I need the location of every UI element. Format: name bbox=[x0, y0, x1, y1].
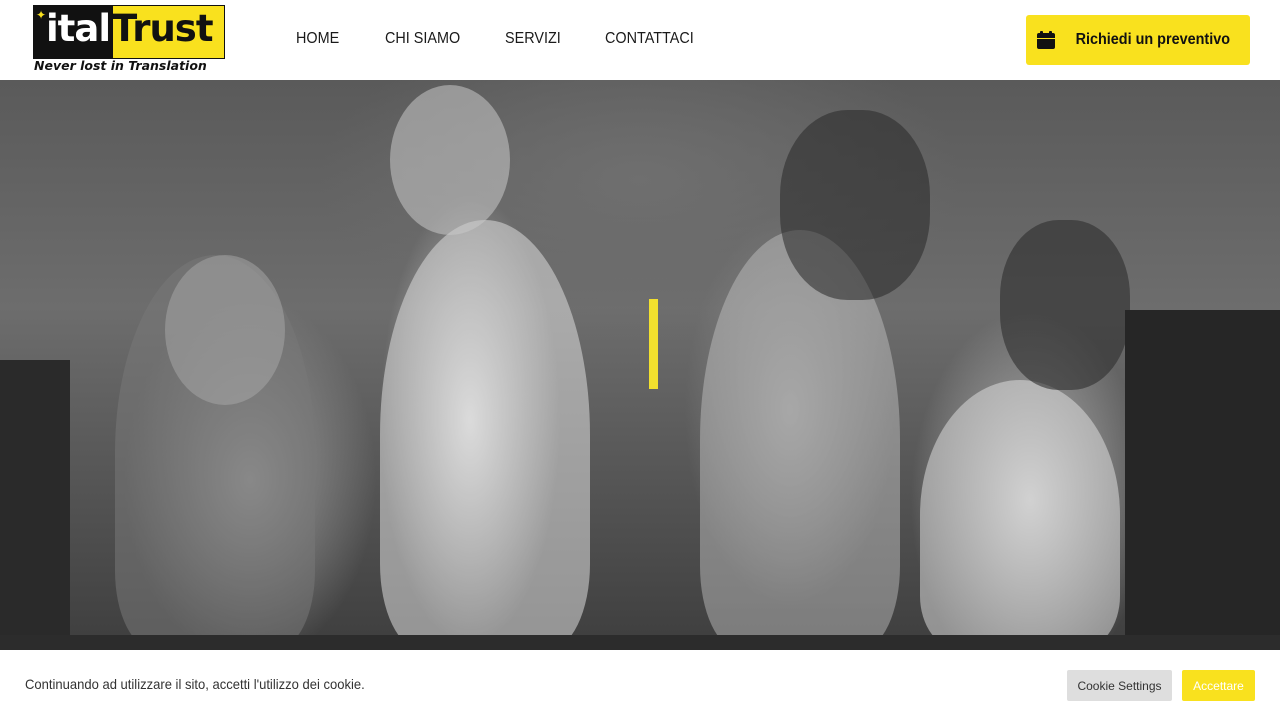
cookie-accept-button[interactable]: Accettare bbox=[1182, 670, 1255, 701]
logo-tagline: Never lost in Translation bbox=[34, 58, 207, 73]
nav-item-servizi[interactable]: SERVIZI bbox=[505, 30, 561, 48]
request-quote-button[interactable]: Richiedi un preventivo bbox=[1026, 15, 1250, 65]
cookie-settings-button[interactable]: Cookie Settings bbox=[1067, 670, 1172, 701]
logo-wordmark-part2: Trust bbox=[112, 7, 213, 50]
person-head bbox=[1000, 220, 1130, 390]
cookie-consent-bar: Continuando ad utilizzare il sito, accet… bbox=[0, 650, 1280, 720]
cookie-message: Continuando ad utilizzare il sito, accet… bbox=[25, 676, 365, 692]
site-header: ✦ italTrust Never lost in Translation HO… bbox=[0, 0, 1280, 80]
person-figure bbox=[380, 220, 590, 650]
nav-item-chi-siamo[interactable]: CHI SIAMO bbox=[385, 30, 460, 48]
nav-item-home[interactable]: HOME bbox=[296, 30, 339, 48]
hero-accent-bar bbox=[649, 299, 658, 389]
person-head bbox=[390, 85, 510, 235]
request-quote-label: Richiedi un preventivo bbox=[1075, 31, 1231, 48]
hero-section bbox=[0, 80, 1280, 650]
nav-item-contattaci[interactable]: CONTATTACI bbox=[605, 30, 694, 48]
calendar-icon bbox=[1037, 31, 1056, 49]
computer-monitor bbox=[0, 360, 70, 650]
site-logo[interactable]: ✦ italTrust Never lost in Translation bbox=[33, 5, 225, 73]
hero-background-photo bbox=[0, 80, 1280, 650]
person-head bbox=[165, 255, 285, 405]
person-head bbox=[780, 110, 930, 300]
computer-monitor bbox=[1125, 310, 1280, 650]
person-figure bbox=[920, 380, 1120, 650]
logo-wordmark: italTrust bbox=[46, 7, 214, 51]
logo-flag-icon: ✦ bbox=[36, 8, 47, 22]
logo-wordmark-part1: ital bbox=[46, 7, 111, 50]
desk bbox=[0, 635, 1280, 650]
